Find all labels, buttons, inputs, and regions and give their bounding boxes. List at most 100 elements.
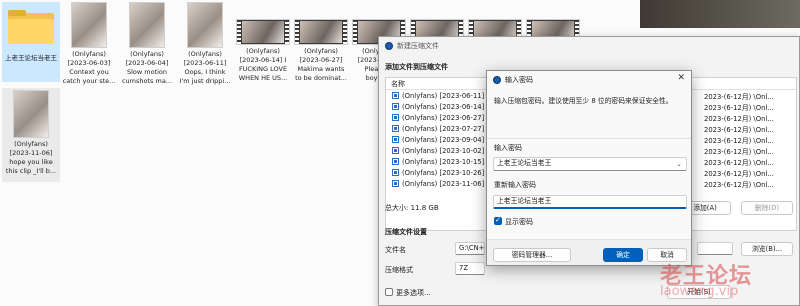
file-label-line: [2023-06-27] <box>299 56 343 64</box>
file-item[interactable]: (Onlyfans) [2023-06-14] I FUCKING LOVE WHEN… <box>234 2 292 82</box>
filename-label: 文件名 <box>385 246 406 254</box>
section-add-files: 添加文件到压缩文件 <box>385 63 448 71</box>
file-type-icon <box>392 180 399 187</box>
file-type-icon <box>392 103 399 110</box>
file-list-date: 2023-(6-12月) \Onl... <box>704 136 774 145</box>
file-label-line: cumshots ma... <box>121 77 173 85</box>
enter-password-value: 上老王论坛当老王 <box>497 159 552 167</box>
file-label-line: (Onlyfans) <box>188 50 222 58</box>
background-window-strip <box>640 0 800 28</box>
file-type-icon <box>392 136 399 143</box>
dialog-titlebar: 新建压缩文件 <box>379 37 799 55</box>
file-label-line: catch your ste... <box>62 77 116 85</box>
file-label-line: (Onlyfans) <box>72 50 106 58</box>
file-list-date: 2023-(6-12月) \Onl... <box>704 169 774 178</box>
filename-field[interactable]: G:\CN+EI <box>455 242 485 255</box>
file-label-line: hope you like <box>9 158 53 166</box>
file-list-date: 2023-(6-12月) \Onl... <box>704 103 774 112</box>
dialog-title: 新建压缩文件 <box>397 42 439 50</box>
file-list-name: (Onlyfans) [2023-07-27] Plea <box>402 124 496 133</box>
folder-label: 上老王论坛当老王 <box>5 54 57 62</box>
image-thumbnail <box>71 2 107 48</box>
file-label-line: (Onlyfans) <box>246 47 280 55</box>
folder-item[interactable]: 上老王论坛当老王 <box>2 2 60 82</box>
password-description: 输入压缩包密码。建议使用至少 8 位的密码来保证安全性。 <box>494 97 673 105</box>
file-list-date: 2023-(6-12月) \Onl... <box>704 158 774 167</box>
reenter-password-label: 重新输入密码 <box>494 181 536 189</box>
file-type-icon <box>392 114 399 121</box>
file-item[interactable]: (Onlyfans) [2023-06-03] Context you catch y… <box>60 2 118 85</box>
reenter-password-field[interactable]: 上老王论坛当老王 <box>493 195 687 209</box>
enter-password-label: 输入密码 <box>494 144 522 152</box>
password-dialog: 输入密码 ✕ 输入压缩包密码。建议使用至少 8 位的密码来保证安全性。 输入密码… <box>486 70 692 266</box>
file-item[interactable]: (Onlyfans) [2023-06-04] Slow motion cumshot… <box>118 2 176 85</box>
file-label-line: this clip _I'll b... <box>5 167 57 175</box>
image-thumbnail <box>13 90 49 138</box>
file-list-name: (Onlyfans) [2023-06-11] Oop <box>402 91 496 100</box>
file-label-line: WHEN HE US... <box>238 74 288 82</box>
browse-button[interactable]: 浏览(B)... <box>741 242 793 256</box>
file-label-line: [2023-06-04] <box>125 59 169 67</box>
password-dialog-titlebar: 输入密码 <box>487 71 691 88</box>
delete-button[interactable]: 删除(D) <box>741 201 793 215</box>
file-label-line: [2023-11-06] <box>9 149 53 157</box>
file-list-date: 2023-(6-12月) \Onl... <box>704 125 774 134</box>
more-options-label: 更多选项... <box>396 289 431 297</box>
enter-password-field[interactable]: 上老王论坛当老王 ⌄ <box>493 157 687 171</box>
format-label: 压缩格式 <box>385 266 413 274</box>
video-thumbnail <box>294 19 348 45</box>
file-label-line: Context you <box>69 68 109 76</box>
total-size: 总大小: 11.8 GB <box>385 204 439 212</box>
app-icon <box>493 75 501 84</box>
file-type-icon <box>392 169 399 176</box>
file-type-icon <box>392 92 399 99</box>
file-label-line: Makima wants <box>297 65 345 73</box>
file-list-date: 2023-(6-12月) \Onl... <box>704 147 774 156</box>
file-label-line: Oops, I think <box>184 68 226 76</box>
file-label-line: [2023-06-11] <box>183 59 227 67</box>
file-list-name: (Onlyfans) [2023-06-27] Mak <box>402 113 496 122</box>
file-label-line: (Onlyfans) <box>14 140 48 148</box>
file-list-date: 2023-(6-12月) \Onl... <box>704 114 774 123</box>
file-type-icon <box>392 147 399 154</box>
file-list-name: (Onlyfans) [2023-11-06] hop <box>402 179 496 188</box>
file-item[interactable]: (Onlyfans) [2023-11-06] hope you like th… <box>2 88 60 182</box>
file-list-name: (Onlyfans) [2023-10-26] Surp <box>402 168 496 177</box>
folder-icon <box>8 10 54 44</box>
format-select[interactable]: 7Z <box>455 262 485 275</box>
file-label-line: (Onlyfans) <box>130 50 164 58</box>
file-item[interactable]: (Onlyfans) [2023-06-11] Oops, I think I'm j… <box>176 2 234 85</box>
file-label-line: [2023-06-14] I <box>239 56 287 64</box>
file-label-line: (Onlyfans) <box>304 47 338 55</box>
watermark-url: laowang.vip <box>660 284 739 299</box>
file-label-line: I'm just drippi... <box>179 77 231 85</box>
file-label-line: to be dominat... <box>295 74 347 82</box>
divider <box>487 138 691 139</box>
image-thumbnail <box>129 2 165 48</box>
show-password-checkbox[interactable] <box>494 216 502 225</box>
file-label-line: [2023-06-03] <box>67 59 111 67</box>
file-list-date: 2023-(6-12月) \Onl... <box>704 180 774 189</box>
password-manager-button[interactable]: 密码管理器... <box>493 248 571 262</box>
app-icon <box>385 42 393 50</box>
file-type-icon <box>392 125 399 132</box>
video-thumbnail <box>236 19 290 45</box>
filename-field-tail[interactable] <box>697 242 733 255</box>
section-archive-settings: 压缩文件设置 <box>385 228 427 236</box>
file-list-name: (Onlyfans) [2023-10-02] Your <box>402 146 496 155</box>
file-list-date: 2023-(6-12月) \Onl... <box>704 92 774 101</box>
file-label-line: FUCKING LOVE <box>238 65 288 73</box>
show-password-label: 显示密码 <box>505 218 533 226</box>
image-thumbnail <box>187 2 223 48</box>
file-item[interactable]: (Onlyfans) [2023-06-27] Makima wants to be … <box>292 2 350 82</box>
more-options-checkbox[interactable] <box>385 288 393 296</box>
chevron-down-icon[interactable]: ⌄ <box>676 159 682 170</box>
file-list-name: (Onlyfans) [2023-10-15] You <box>402 157 496 166</box>
password-dialog-title: 输入密码 <box>505 75 533 84</box>
file-list-name: (Onlyfans) [2023-09-04] _ Th <box>402 135 496 144</box>
close-icon[interactable]: ✕ <box>677 73 685 83</box>
file-type-icon <box>392 158 399 165</box>
file-list-name: (Onlyfans) [2023-06-14] I FU <box>402 102 496 111</box>
file-label-line: Slow motion <box>126 68 168 76</box>
ok-button[interactable]: 确定 <box>603 248 643 262</box>
